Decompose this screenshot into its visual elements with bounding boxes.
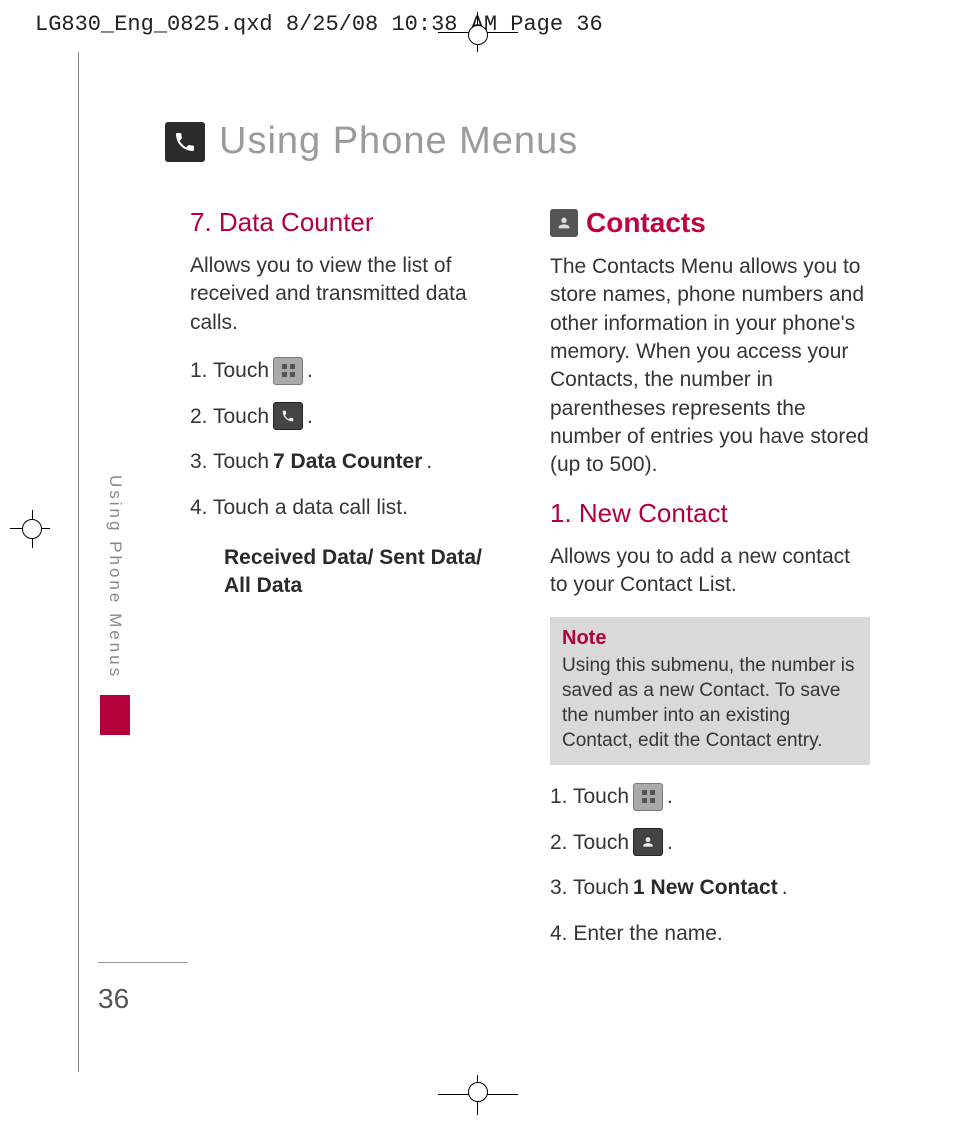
step-3: 3. Touch 1 New Contact. <box>550 872 870 904</box>
intro-new-contact: Allows you to add a new contact to your … <box>550 543 870 600</box>
heading-contacts: Contacts <box>586 207 706 239</box>
contacts-icon <box>550 209 578 237</box>
step-4: 4. Touch a data call list. <box>190 492 510 524</box>
recent-calls-icon <box>273 402 303 430</box>
step-text: . <box>782 872 788 904</box>
side-section-label: Using Phone Menus <box>105 475 125 679</box>
heading-new-contact: 1. New Contact <box>550 498 870 529</box>
crop-mark <box>468 1082 488 1102</box>
print-slug: LG830_Eng_0825.qxd 8/25/08 10:38 AM Page… <box>35 12 603 37</box>
page-frame-line <box>78 52 79 1072</box>
page-number: 36 <box>98 983 129 1015</box>
right-column: Contacts The Contacts Menu allows you to… <box>550 207 870 963</box>
crop-mark <box>468 25 488 45</box>
intro-contacts: The Contacts Menu allows you to store na… <box>550 253 870 480</box>
intro-data-counter: Allows you to view the list of received … <box>190 252 510 337</box>
step-2: 2. Touch . <box>550 827 870 859</box>
step-text: 1. Touch <box>190 355 269 387</box>
step-text: . <box>426 446 432 478</box>
step-bold: 1 New Contact <box>633 872 778 904</box>
step-text: . <box>667 781 673 813</box>
left-column: 7. Data Counter Allows you to view the l… <box>190 207 510 963</box>
contacts-menu-icon <box>633 828 663 856</box>
phone-icon <box>165 122 205 162</box>
step-text: 2. Touch <box>190 401 269 433</box>
step-4-detail: Received Data/ Sent Data/ All Data <box>224 544 510 601</box>
step-text: 3. Touch <box>550 872 629 904</box>
note-body: Using this submenu, the number is saved … <box>562 654 858 753</box>
step-bold: 7 Data Counter <box>273 446 422 478</box>
menu-grid-icon <box>633 783 663 811</box>
step-1: 1. Touch . <box>550 781 870 813</box>
page-title-row: Using Phone Menus <box>165 120 885 163</box>
note-title: Note <box>562 627 858 650</box>
page-title: Using Phone Menus <box>219 120 578 163</box>
step-text: . <box>307 355 313 387</box>
heading-data-counter: 7. Data Counter <box>190 207 510 238</box>
footer-rule <box>98 962 188 963</box>
step-text: . <box>307 401 313 433</box>
step-text: 1. Touch <box>550 781 629 813</box>
step-4: 4. Enter the name. <box>550 918 870 950</box>
step-1: 1. Touch . <box>190 355 510 387</box>
menu-grid-icon <box>273 357 303 385</box>
step-2: 2. Touch . <box>190 401 510 433</box>
step-3: 3. Touch 7 Data Counter. <box>190 446 510 478</box>
step-text: 3. Touch <box>190 446 269 478</box>
step-text: 2. Touch <box>550 827 629 859</box>
side-accent-bar <box>100 695 130 735</box>
contacts-heading-row: Contacts <box>550 207 870 239</box>
crop-mark <box>22 519 42 539</box>
note-box: Note Using this submenu, the number is s… <box>550 617 870 765</box>
step-text: . <box>667 827 673 859</box>
